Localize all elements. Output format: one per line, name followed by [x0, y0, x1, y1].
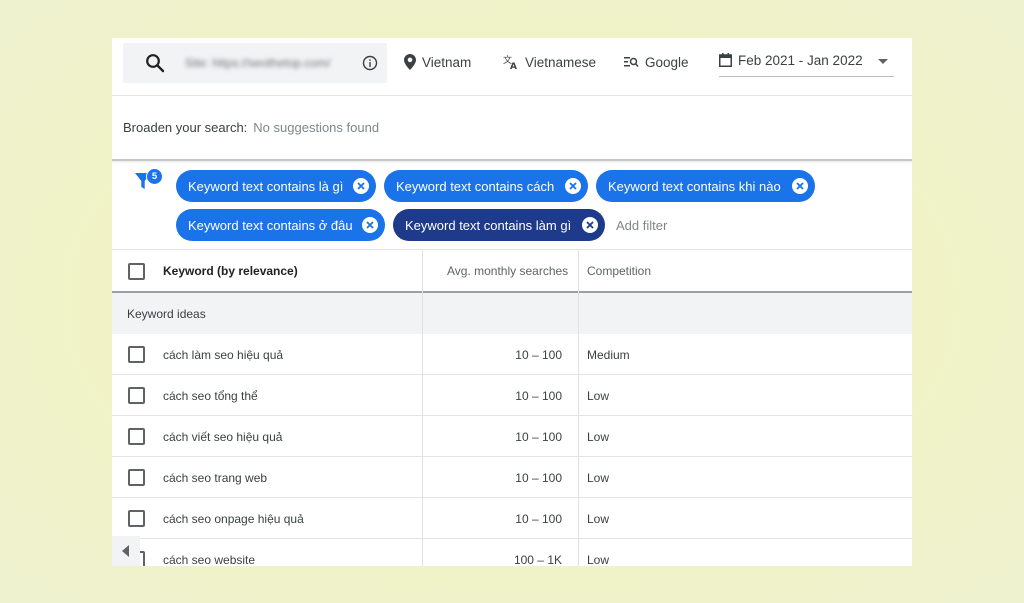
keyword-cell: cách seo trang web	[163, 471, 268, 485]
location-label: Vietnam	[422, 54, 472, 70]
filter-chip-label: Keyword text contains làm gì	[405, 217, 572, 233]
section-label: Keyword ideas	[127, 307, 206, 321]
row-checkbox[interactable]	[128, 346, 145, 363]
table-row[interactable]: cách seo website 100 – 1K Low	[112, 539, 912, 566]
close-icon[interactable]	[582, 217, 598, 233]
row-checkbox[interactable]	[128, 469, 145, 486]
row-checkbox[interactable]	[128, 428, 145, 445]
divider	[112, 159, 912, 161]
column-divider	[578, 250, 579, 566]
calendar-icon	[719, 53, 732, 67]
filter-chip[interactable]: Keyword text contains cách	[384, 170, 588, 202]
search-input[interactable]: Site: https://seothetop.com/	[185, 56, 330, 70]
competition-column-header[interactable]: Competition	[587, 264, 651, 278]
column-divider	[422, 250, 423, 566]
scroll-left-button[interactable]	[112, 536, 140, 566]
avg-searches-cell: 100 – 1K	[513, 553, 562, 566]
keyword-planner-panel: Site: https://seothetop.com/ Vietnam 文A …	[112, 38, 912, 566]
filter-chip-label: Keyword text contains cách	[396, 178, 555, 194]
close-icon[interactable]	[362, 217, 378, 233]
avg-searches-cell: 10 – 100	[515, 512, 562, 526]
section-header-row: Keyword ideas	[112, 293, 912, 334]
location-selector[interactable]: Vietnam	[404, 50, 471, 74]
close-icon[interactable]	[565, 178, 581, 194]
top-bar: Site: https://seothetop.com/ Vietnam 文A …	[112, 38, 912, 96]
keyword-cell: cách seo onpage hiệu quả	[163, 512, 304, 526]
translate-icon: 文A	[503, 54, 517, 70]
keyword-cell: cách seo website	[163, 553, 256, 566]
filter-chip[interactable]: Keyword text contains ở đâu	[176, 209, 385, 241]
table-row[interactable]: cách viết seo hiệu quả 10 – 100 Low	[112, 416, 912, 457]
language-label: Vietnamese	[525, 54, 597, 70]
table-row[interactable]: cách seo onpage hiệu quả 10 – 100 Low	[112, 498, 912, 539]
add-filter-button[interactable]: Add filter	[616, 218, 667, 233]
keyword-cell: cách làm seo hiệu quả	[163, 348, 284, 362]
broaden-search: Broaden your search: No suggestions found	[123, 120, 379, 135]
filter-chip-active[interactable]: Keyword text contains làm gì	[393, 209, 605, 241]
search-box[interactable]: Site: https://seothetop.com/	[123, 43, 387, 83]
broaden-label: Broaden your search:	[123, 120, 248, 135]
svg-text:A: A	[510, 62, 517, 70]
filter-chip-label: Keyword text contains khi nào	[608, 178, 781, 194]
broaden-value: No suggestions found	[253, 120, 380, 135]
select-all-checkbox[interactable]	[128, 263, 145, 280]
competition-cell: Low	[587, 553, 610, 566]
date-range-selector[interactable]: Feb 2021 - Jan 2022	[719, 48, 894, 77]
keyword-cell: cách seo tổng thể	[163, 389, 258, 403]
filter-chip-label: Keyword text contains là gì	[188, 178, 344, 194]
avg-searches-cell: 10 – 100	[515, 471, 562, 485]
filter-chip[interactable]: Keyword text contains khi nào	[596, 170, 815, 202]
chevron-left-icon	[122, 545, 129, 557]
filter-count-badge: 5	[146, 168, 163, 185]
row-checkbox[interactable]	[128, 387, 145, 404]
keyword-cell: cách viết seo hiệu quả	[163, 430, 283, 444]
avg-searches-column-header[interactable]: Avg. monthly searches	[447, 264, 568, 278]
location-pin-icon	[404, 54, 416, 70]
row-checkbox[interactable]	[128, 510, 145, 527]
language-selector[interactable]: 文A Vietnamese	[503, 50, 596, 74]
filter-chip-label: Keyword text contains ở đâu	[188, 217, 353, 233]
close-icon[interactable]	[792, 178, 808, 194]
competition-cell: Low	[587, 471, 610, 485]
avg-searches-cell: 10 – 100	[515, 430, 562, 444]
table-row[interactable]: cách seo tổng thể 10 – 100 Low	[112, 375, 912, 416]
info-icon[interactable]	[362, 55, 378, 76]
network-selector[interactable]: Google	[624, 50, 689, 74]
search-icon[interactable]	[145, 53, 165, 78]
avg-searches-cell: 10 – 100	[515, 348, 562, 362]
keyword-column-header[interactable]: Keyword (by relevance)	[163, 264, 298, 278]
filter-chip[interactable]: Keyword text contains là gì	[176, 170, 376, 202]
close-icon[interactable]	[353, 178, 369, 194]
divider	[112, 249, 912, 250]
date-range-label: Feb 2021 - Jan 2022	[738, 52, 863, 68]
avg-searches-cell: 10 – 100	[515, 389, 562, 403]
chevron-down-icon[interactable]	[878, 59, 888, 64]
table-row[interactable]: cách seo trang web 10 – 100 Low	[112, 457, 912, 498]
competition-cell: Low	[587, 512, 610, 526]
competition-cell: Low	[587, 430, 610, 444]
network-label: Google	[645, 54, 689, 70]
competition-cell: Medium	[587, 348, 630, 362]
competition-cell: Low	[587, 389, 610, 403]
table-row[interactable]: cách làm seo hiệu quả 10 – 100 Medium	[112, 334, 912, 375]
search-network-icon	[624, 57, 639, 67]
